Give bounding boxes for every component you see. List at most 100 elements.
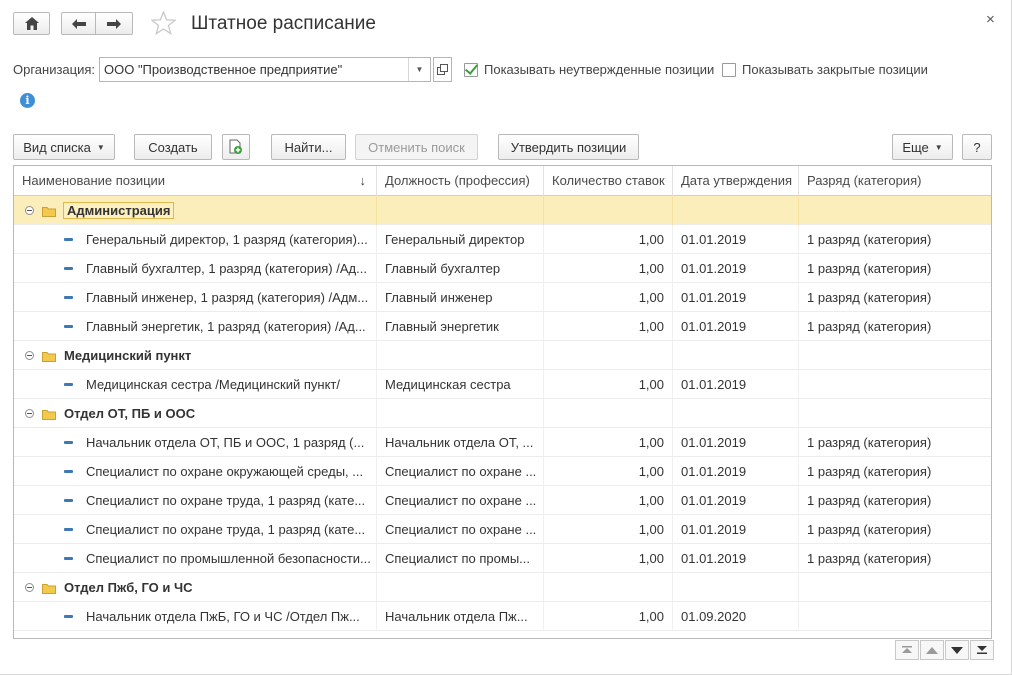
approval-date-cell[interactable]: 01.01.2019: [673, 370, 799, 399]
position-name-cell[interactable]: Медицинская сестра /Медицинский пункт/: [14, 370, 377, 399]
group-name-cell[interactable]: Отдел Пжб, ГО и ЧС: [14, 573, 377, 602]
forward-button[interactable]: [95, 12, 133, 35]
checkbox-checked-icon[interactable]: [464, 62, 478, 77]
checkbox-unchecked-icon[interactable]: [722, 62, 736, 77]
approval-date-cell[interactable]: 01.01.2019: [673, 254, 799, 283]
rate-count-cell[interactable]: 1,00: [544, 254, 673, 283]
profession-cell[interactable]: Главный бухгалтер: [377, 254, 544, 283]
table-row[interactable]: Специалист по охране окружающей среды, .…: [14, 457, 991, 486]
table-row[interactable]: Специалист по промышленной безопасности.…: [14, 544, 991, 573]
rate-count-cell[interactable]: 1,00: [544, 370, 673, 399]
position-name-cell[interactable]: Начальник отдела ОТ, ПБ и ООС, 1 разряд …: [14, 428, 377, 457]
info-icon[interactable]: i: [20, 93, 35, 108]
table-row[interactable]: Главный инженер, 1 разряд (категория) /А…: [14, 283, 991, 312]
profession-cell[interactable]: Генеральный директор: [377, 225, 544, 254]
help-button[interactable]: ?: [962, 134, 992, 160]
rate-count-cell[interactable]: 1,00: [544, 283, 673, 312]
group-name-cell[interactable]: Администрация: [14, 196, 377, 225]
profession-cell[interactable]: Медицинская сестра: [377, 370, 544, 399]
scroll-down-button[interactable]: [945, 640, 969, 660]
grade-cell[interactable]: 1 разряд (категория): [799, 283, 991, 312]
profession-cell[interactable]: Специалист по охране ...: [377, 515, 544, 544]
profession-cell[interactable]: Начальник отдела ОТ, ...: [377, 428, 544, 457]
scroll-bottom-button[interactable]: [970, 640, 994, 660]
col-header-position[interactable]: Должность (профессия): [377, 166, 544, 196]
approval-date-cell[interactable]: 01.01.2019: [673, 486, 799, 515]
table-row[interactable]: Медицинская сестра /Медицинский пункт/Ме…: [14, 370, 991, 399]
table-row[interactable]: Главный энергетик, 1 разряд (категория) …: [14, 312, 991, 341]
table-row[interactable]: Начальник отдела ПжБ, ГО и ЧС /Отдел Пж.…: [14, 602, 991, 631]
table-row[interactable]: Специалист по охране труда, 1 разряд (ка…: [14, 515, 991, 544]
profession-cell[interactable]: Начальник отдела Пж...: [377, 602, 544, 631]
profession-cell[interactable]: Главный инженер: [377, 283, 544, 312]
grade-cell[interactable]: 1 разряд (категория): [799, 457, 991, 486]
profession-cell[interactable]: Специалист по охране ...: [377, 457, 544, 486]
group-row[interactable]: Отдел ОТ, ПБ и ООС: [14, 399, 991, 428]
rate-count-cell[interactable]: 1,00: [544, 602, 673, 631]
show-closed-checkbox[interactable]: Показывать закрытые позиции: [722, 62, 928, 77]
profession-cell[interactable]: Специалист по промы...: [377, 544, 544, 573]
position-name-cell[interactable]: Специалист по промышленной безопасности.…: [14, 544, 377, 573]
grade-cell[interactable]: 1 разряд (категория): [799, 515, 991, 544]
grade-cell[interactable]: 1 разряд (категория): [799, 254, 991, 283]
find-button[interactable]: Найти...: [271, 134, 346, 160]
col-header-name[interactable]: Наименование позиции ↓: [14, 166, 377, 196]
back-button[interactable]: [61, 12, 95, 35]
position-name-cell[interactable]: Генеральный директор, 1 разряд (категори…: [14, 225, 377, 254]
rate-count-cell[interactable]: 1,00: [544, 428, 673, 457]
org-field[interactable]: ООО "Производственное предприятие" ▼: [99, 57, 431, 82]
group-row[interactable]: Медицинский пункт: [14, 341, 991, 370]
profession-cell[interactable]: Специалист по охране ...: [377, 486, 544, 515]
group-row[interactable]: Отдел Пжб, ГО и ЧС: [14, 573, 991, 602]
position-name-cell[interactable]: Специалист по охране окружающей среды, .…: [14, 457, 377, 486]
close-icon[interactable]: ×: [986, 11, 995, 28]
col-header-date[interactable]: Дата утверждения: [673, 166, 799, 196]
chevron-down-icon[interactable]: ▼: [408, 58, 430, 81]
grade-cell[interactable]: 1 разряд (категория): [799, 486, 991, 515]
grade-cell[interactable]: 1 разряд (категория): [799, 428, 991, 457]
grade-cell[interactable]: 1 разряд (категория): [799, 312, 991, 341]
scroll-top-button[interactable]: [895, 640, 919, 660]
group-name-cell[interactable]: Медицинский пункт: [14, 341, 377, 370]
show-unapproved-checkbox[interactable]: Показывать неутвержденные позиции: [464, 62, 714, 77]
grade-cell[interactable]: [799, 602, 991, 631]
copy-button[interactable]: [222, 134, 250, 160]
col-header-grade[interactable]: Разряд (категория): [799, 166, 991, 196]
table-row[interactable]: Специалист по охране труда, 1 разряд (ка…: [14, 486, 991, 515]
table-row[interactable]: Генеральный директор, 1 разряд (категори…: [14, 225, 991, 254]
approval-date-cell[interactable]: 01.01.2019: [673, 225, 799, 254]
approval-date-cell[interactable]: 01.01.2019: [673, 428, 799, 457]
position-name-cell[interactable]: Начальник отдела ПжБ, ГО и ЧС /Отдел Пж.…: [14, 602, 377, 631]
table-row[interactable]: Главный бухгалтер, 1 разряд (категория) …: [14, 254, 991, 283]
grade-cell[interactable]: 1 разряд (категория): [799, 544, 991, 573]
col-header-count[interactable]: Количество ставок: [544, 166, 673, 196]
create-button[interactable]: Создать: [134, 134, 212, 160]
group-name-cell[interactable]: Отдел ОТ, ПБ и ООС: [14, 399, 377, 428]
rate-count-cell[interactable]: 1,00: [544, 457, 673, 486]
position-name-cell[interactable]: Главный энергетик, 1 разряд (категория) …: [14, 312, 377, 341]
grade-cell[interactable]: 1 разряд (категория): [799, 225, 991, 254]
approval-date-cell[interactable]: 01.01.2019: [673, 544, 799, 573]
approve-positions-button[interactable]: Утвердить позиции: [498, 134, 639, 160]
approval-date-cell[interactable]: 01.09.2020: [673, 602, 799, 631]
staff-table[interactable]: Наименование позиции ↓ Должность (профес…: [13, 165, 992, 639]
position-name-cell[interactable]: Специалист по охране труда, 1 разряд (ка…: [14, 486, 377, 515]
rate-count-cell[interactable]: 1,00: [544, 486, 673, 515]
home-button[interactable]: [13, 12, 50, 35]
sort-down-icon[interactable]: ↓: [360, 166, 367, 196]
org-value[interactable]: ООО "Производственное предприятие": [100, 62, 408, 77]
approval-date-cell[interactable]: 01.01.2019: [673, 515, 799, 544]
group-row[interactable]: Администрация: [14, 196, 991, 225]
position-name-cell[interactable]: Главный инженер, 1 разряд (категория) /А…: [14, 283, 377, 312]
rate-count-cell[interactable]: 1,00: [544, 515, 673, 544]
scroll-up-button[interactable]: [920, 640, 944, 660]
position-name-cell[interactable]: Главный бухгалтер, 1 разряд (категория) …: [14, 254, 377, 283]
table-row[interactable]: Начальник отдела ОТ, ПБ и ООС, 1 разряд …: [14, 428, 991, 457]
approval-date-cell[interactable]: 01.01.2019: [673, 312, 799, 341]
grade-cell[interactable]: [799, 370, 991, 399]
cancel-search-button[interactable]: Отменить поиск: [355, 134, 478, 160]
approval-date-cell[interactable]: 01.01.2019: [673, 283, 799, 312]
view-list-button[interactable]: Вид списка ▼: [13, 134, 115, 160]
rate-count-cell[interactable]: 1,00: [544, 225, 673, 254]
open-org-button[interactable]: [433, 57, 452, 82]
